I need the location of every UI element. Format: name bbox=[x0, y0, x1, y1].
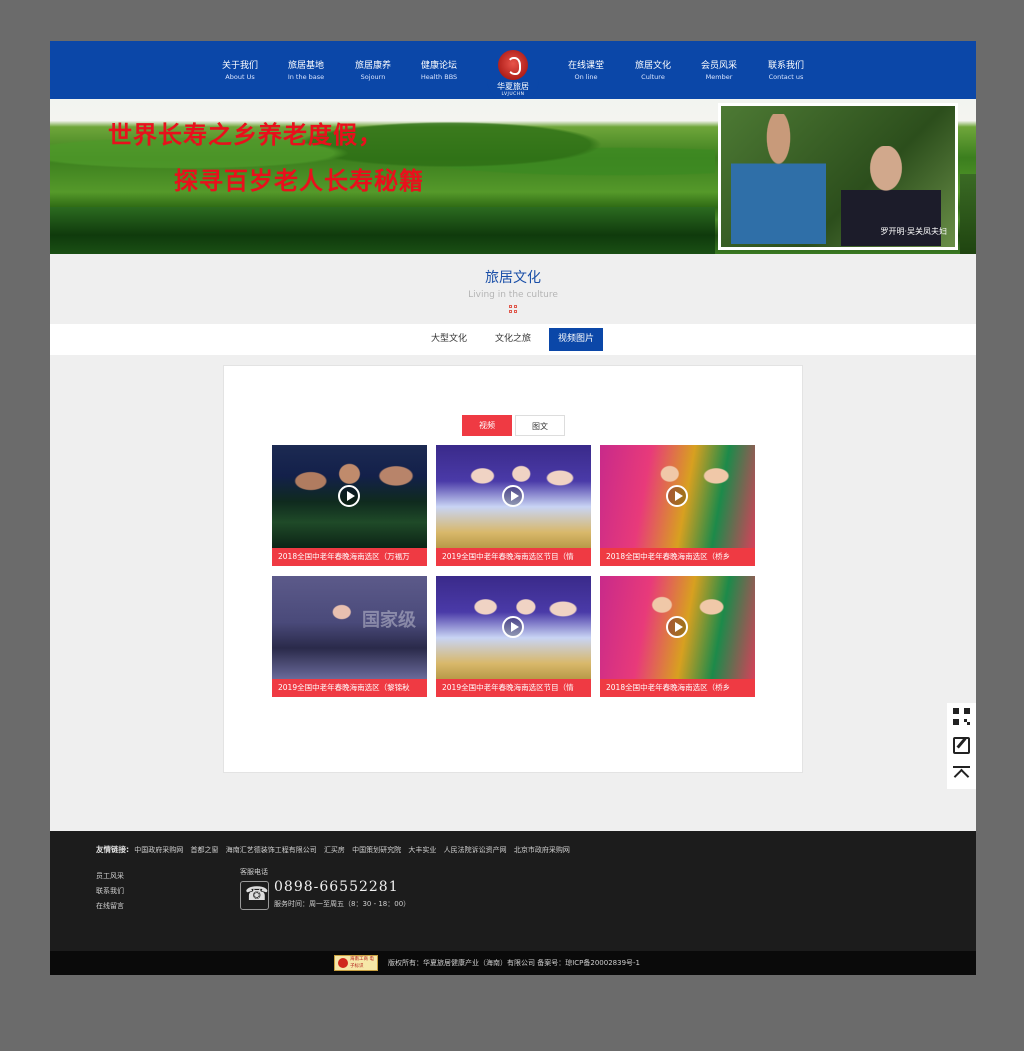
nav-online[interactable]: 在线课堂 On line bbox=[551, 60, 621, 82]
grid-divider-icon bbox=[509, 305, 517, 313]
video-card[interactable]: 2018全国中老年春晚海南选区（桥乡 bbox=[600, 445, 755, 566]
video-title: 2019全国中老年春晚海南选区节目（情 bbox=[436, 679, 591, 697]
video-thumbnail: 国家级 bbox=[272, 576, 427, 679]
site-header: 关于我们 About Us 旅居基地 In the base 旅居康养 Sojo… bbox=[50, 41, 976, 105]
video-card[interactable]: 2018全国中老年春晚海南选区（桥乡 bbox=[600, 576, 755, 697]
nav-sublabel: In the base bbox=[287, 73, 325, 81]
play-icon[interactable] bbox=[338, 485, 360, 507]
back-to-top-icon[interactable] bbox=[953, 766, 970, 783]
edit-icon[interactable] bbox=[953, 737, 970, 754]
nav-contact[interactable]: 联系我们 Contact us bbox=[751, 60, 821, 82]
video-card[interactable]: 国家级 2019全国中老年春晚海南选区（黎锦秋 bbox=[272, 576, 427, 697]
nav-sublabel: Member bbox=[705, 73, 733, 81]
friend-link[interactable]: 大丰实业 bbox=[408, 846, 436, 854]
video-title: 2019全国中老年春晚海南选区节目（情 bbox=[436, 548, 591, 566]
business-license-badge[interactable]: 海南工商 电子标识 bbox=[334, 955, 378, 971]
nav-sublabel: Contact us bbox=[768, 73, 804, 81]
nav-culture[interactable]: 旅居文化 Culture bbox=[618, 60, 688, 82]
video-card[interactable]: 2019全国中老年春晚海南选区节目（情 bbox=[436, 576, 591, 697]
video-title: 2018全国中老年春晚海南选区（桥乡 bbox=[600, 679, 755, 697]
banner-water bbox=[50, 207, 715, 254]
banner-photo: 罗开明·吴关凤夫妇 bbox=[718, 103, 958, 250]
nav-label: 在线课堂 bbox=[567, 61, 604, 71]
copyright-text: 版权所有：华夏旅居健康产业（海南）有限公司 备案号：琼ICP备20002839号… bbox=[388, 959, 641, 967]
play-icon[interactable] bbox=[666, 485, 688, 507]
friend-link[interactable]: 人民法院诉讼资产网 bbox=[444, 846, 507, 854]
photo-elder-man bbox=[731, 114, 826, 244]
nav-health-bbs[interactable]: 健康论坛 Health BBS bbox=[404, 60, 474, 82]
tab-culture-trip[interactable]: 文化之旅 bbox=[486, 328, 540, 351]
friend-link[interactable]: 北京市政府采购网 bbox=[514, 846, 570, 854]
tab-video-pictures[interactable]: 视频图片 bbox=[549, 328, 603, 351]
footer-link-staff[interactable]: 员工风采 bbox=[96, 869, 124, 884]
friend-links: 友情链接: 中国政府采购网 首都之窗 海南汇艺德装饰工程有限公司 汇买房 中国策… bbox=[96, 844, 575, 855]
footer-link-message[interactable]: 在线留言 bbox=[96, 899, 124, 914]
video-title: 2018全国中老年春晚海南选区（万福万 bbox=[272, 548, 427, 566]
hero-banner: 世界长寿之乡养老度假， 探寻百岁老人长寿秘籍 罗开明·吴关凤夫妇 bbox=[50, 99, 976, 254]
friend-link[interactable]: 海南汇艺德装饰工程有限公司 bbox=[226, 846, 317, 854]
video-title: 2018全国中老年春晚海南选区（桥乡 bbox=[600, 548, 755, 566]
phone-icon bbox=[240, 881, 269, 910]
friend-link[interactable]: 汇买房 bbox=[324, 846, 345, 854]
video-card[interactable]: 2018全国中老年春晚海南选区（万福万 bbox=[272, 445, 427, 566]
nav-label: 会员风采 bbox=[700, 61, 737, 71]
nav-about[interactable]: 关于我们 About Us bbox=[205, 60, 275, 82]
copyright-bar: 海南工商 电子标识 版权所有：华夏旅居健康产业（海南）有限公司 备案号：琼ICP… bbox=[50, 951, 976, 975]
site-footer: 友情链接: 中国政府采购网 首都之窗 海南汇艺德装饰工程有限公司 汇买房 中国策… bbox=[50, 831, 976, 951]
photo-caption: 罗开明·吴关凤夫妇 bbox=[880, 227, 947, 236]
logo[interactable]: 华夏旅居 LVJUCHN bbox=[487, 41, 539, 105]
toggle-text-button[interactable]: 图文 bbox=[515, 415, 565, 436]
thumbnail-overlay-text: 国家级 bbox=[362, 610, 416, 631]
content-panel: 视频 图文 2018全国中老年春晚海南选区（万福万 2019全国中老年春晚海南选… bbox=[223, 365, 803, 773]
logo-text: 华夏旅居 bbox=[497, 82, 529, 91]
nav-sublabel: On line bbox=[574, 73, 598, 81]
nav-sublabel: Sojourn bbox=[360, 73, 386, 81]
nav-sojourn[interactable]: 旅居康养 Sojourn bbox=[338, 60, 408, 82]
banner-next-slide-edge bbox=[960, 174, 976, 254]
page-frame: 关于我们 About Us 旅居基地 In the base 旅居康养 Sojo… bbox=[50, 41, 976, 975]
service-hours: 服务时间：周一至周五（8：30 - 18：00） bbox=[274, 900, 411, 908]
nav-label: 旅居康养 bbox=[354, 61, 391, 71]
nav-sublabel: About Us bbox=[225, 73, 255, 81]
nav-label: 联系我们 bbox=[767, 61, 804, 71]
nav-label: 旅居文化 bbox=[634, 61, 671, 71]
section-subtitle: Living in the culture bbox=[468, 290, 558, 300]
nav-label: 旅居基地 bbox=[287, 61, 324, 71]
banner-slogan-line2: 探寻百岁老人长寿秘籍 bbox=[174, 166, 424, 195]
nav-sublabel: Health BBS bbox=[420, 73, 458, 81]
friend-link[interactable]: 中国策划研究院 bbox=[352, 846, 401, 854]
nav-label: 关于我们 bbox=[221, 61, 258, 71]
nav-base[interactable]: 旅居基地 In the base bbox=[271, 60, 341, 82]
banner-slogan-line1: 世界长寿之乡养老度假， bbox=[108, 120, 383, 149]
footer-link-contact[interactable]: 联系我们 bbox=[96, 884, 124, 899]
friend-link[interactable]: 首都之窗 bbox=[190, 846, 218, 854]
friend-link[interactable]: 中国政府采购网 bbox=[134, 846, 183, 854]
sub-navigation: 大型文化 文化之旅 视频图片 bbox=[50, 324, 976, 355]
footer-menu: 员工风采 联系我们 在线留言 bbox=[96, 869, 124, 914]
nav-sublabel: Culture bbox=[641, 73, 665, 81]
play-icon[interactable] bbox=[502, 485, 524, 507]
play-icon[interactable] bbox=[502, 616, 524, 638]
video-card[interactable]: 2019全国中老年春晚海南选区节目（情 bbox=[436, 445, 591, 566]
toggle-video-button[interactable]: 视频 bbox=[462, 415, 512, 436]
nav-member[interactable]: 会员风采 Member bbox=[684, 60, 754, 82]
phone-number: 0898-66552281 bbox=[274, 879, 399, 895]
logo-subtext: LVJUCHN bbox=[501, 92, 525, 97]
video-title: 2019全国中老年春晚海南选区（黎锦秋 bbox=[272, 679, 427, 697]
nav-label: 健康论坛 bbox=[420, 61, 457, 71]
friend-links-label: 友情链接: bbox=[96, 845, 129, 854]
side-toolbar bbox=[947, 703, 976, 789]
qr-code-icon[interactable] bbox=[953, 708, 970, 725]
logo-mark-icon bbox=[498, 50, 528, 80]
customer-service-label: 客服电话 bbox=[240, 868, 268, 876]
section-title: 旅居文化 bbox=[485, 270, 541, 286]
play-icon[interactable] bbox=[666, 616, 688, 638]
tab-large-culture[interactable]: 大型文化 bbox=[422, 328, 476, 351]
